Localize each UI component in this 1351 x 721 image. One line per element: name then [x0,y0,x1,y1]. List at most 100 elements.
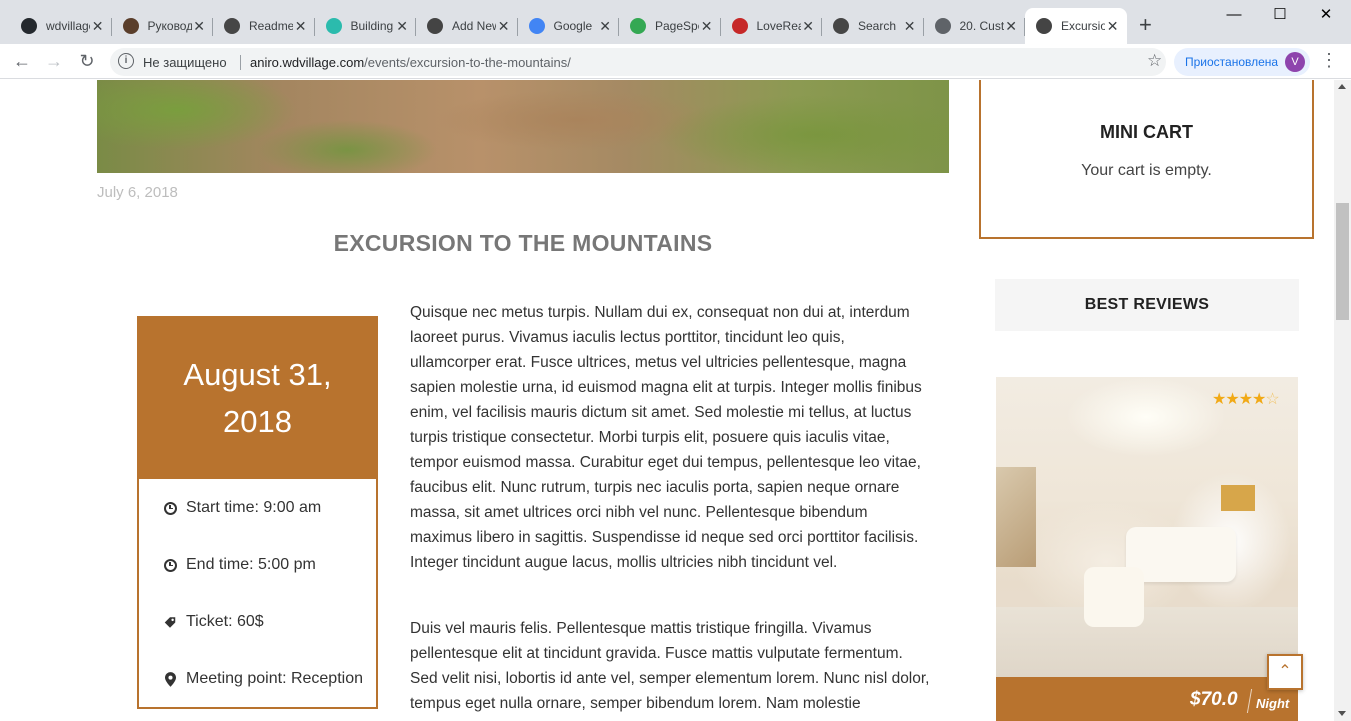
tab-title: Search [858,19,897,33]
url-path: /events/excursion-to-the-mountains/ [364,55,571,70]
map-marker-icon [163,671,177,687]
avatar: V [1285,52,1305,72]
event-description-paragraph: Duis vel mauris felis. Pellentesque matt… [410,620,930,712]
scrollbar-thumb[interactable] [1336,203,1349,320]
browser-tab[interactable]: LoveReading✕ [721,8,822,44]
ticket-icon [163,615,177,629]
best-reviews-title: BEST REVIEWS [995,279,1299,331]
bookmark-star-icon[interactable]: ☆ [1147,51,1162,71]
info-icon[interactable]: i [118,53,134,69]
wordpress-icon [224,18,240,34]
minimize-icon[interactable]: — [1211,4,1257,26]
browser-tab[interactable]: Excursion✕ [1025,8,1127,44]
tab-title: wdvillage [46,19,90,33]
event-description-paragraph: Quisque nec metus turpis. Nullam dui ex,… [410,304,922,571]
wordpress-icon [833,18,849,34]
location-pin-icon [325,18,342,34]
url-host: aniro.wdvillage.com [250,55,365,70]
tab-close-icon[interactable]: ✕ [396,18,408,34]
github-icon [21,18,37,34]
browser-tab[interactable]: Google ✕ [518,8,619,44]
event-details-card: August 31, 2018 Start time: 9:00 am End … [137,316,378,709]
room-image-painting [1221,485,1255,511]
browser-tab[interactable]: Руководство✕ [112,8,213,44]
tab-close-icon[interactable]: ✕ [295,18,307,34]
price-divider [1246,689,1253,713]
url-text[interactable]: aniro.wdvillage.com/events/excursion-to-… [250,55,571,70]
tab-title: Add New [452,19,496,33]
end-time-row: End time: 5:00 pm [163,556,316,574]
star-filled-icon: ★ [1212,391,1226,408]
tab-close-icon[interactable]: ✕ [92,18,104,34]
tab-close-icon[interactable]: ✕ [498,18,510,34]
post-date: July 6, 2018 [97,184,178,201]
tab-title: PageSpeed [655,19,699,33]
security-label[interactable]: Не защищено [143,55,227,70]
camera-icon [122,18,139,34]
browser-tab[interactable]: 20. Custom✕ [924,8,1025,44]
reload-icon[interactable]: ↻ [75,50,99,74]
browser-tab[interactable]: Add New ✕ [416,8,518,44]
omnibox-divider [240,55,241,70]
tab-close-icon[interactable]: ✕ [1005,18,1017,34]
meeting-point-row: Meeting point: Reception [163,670,363,688]
tab-close-icon[interactable]: ✕ [599,18,611,34]
start-time-text: Start time: 9:00 am [186,499,322,516]
ticket-text: Ticket: 60$ [186,613,264,630]
meeting-point-text: Meeting point: Reception [186,670,363,687]
room-image-decor [996,467,1036,567]
maximize-icon[interactable]: ☐ [1257,4,1303,26]
room-price-period: Night [1256,696,1290,711]
more-menu-icon[interactable]: ⋮ [1320,49,1338,71]
scroll-up-arrow-icon[interactable] [1338,84,1346,89]
profile-button[interactable]: Приостановлена V [1174,48,1310,76]
tab-strip: wdvillage✕Руководство✕Readme✕Building✕Ad… [0,0,1351,44]
tab-close-icon[interactable]: ✕ [701,18,713,34]
back-icon[interactable]: ← [10,50,34,74]
close-window-icon[interactable]: ✕ [1303,4,1349,26]
star-filled-icon: ★ [1252,391,1266,408]
mini-cart-widget: MINI CART Your cart is empty. [979,80,1314,239]
tab-close-icon[interactable]: ✕ [1107,18,1119,34]
wdvillage-icon [1036,18,1052,34]
star-empty-icon: ☆ [1265,391,1279,408]
tab-title: Руководство [147,19,192,33]
browser-tab[interactable]: wdvillage✕ [10,8,112,44]
forward-icon[interactable]: → [42,50,66,74]
tab-close-icon[interactable]: ✕ [904,18,916,34]
tab-title: Google [553,19,593,33]
scroll-to-top-button[interactable]: ⌃ [1267,654,1303,690]
event-hero-image [97,80,949,173]
clock-icon [163,558,177,572]
end-time-text: End time: 5:00 pm [186,556,316,573]
page-content: July 6, 2018 EXCURSION TO THE MOUNTAINS … [0,80,1334,721]
room-image-floor [996,607,1298,677]
clock-icon [163,501,177,515]
mini-cart-empty-text: Your cart is empty. [1081,162,1212,179]
event-title: EXCURSION TO THE MOUNTAINS [333,230,713,256]
event-date-header: August 31, 2018 [139,318,376,479]
tab-title: Readme [249,19,293,33]
tab-title: Building [350,19,394,33]
wdvillage-icon [427,18,443,34]
browser-tab[interactable]: PageSpeed✕ [619,8,721,44]
browser-toolbar: ← → ↻ i Не защищено aniro.wdvillage.com/… [0,44,1351,79]
room-price-bar: $70.0 Night [996,677,1298,721]
browser-tab[interactable]: Readme ✕ [213,8,315,44]
tab-close-icon[interactable]: ✕ [802,18,814,34]
tab-close-icon[interactable]: ✕ [193,18,205,34]
mini-cart-title: MINI CART [1100,122,1193,142]
star-filled-icon: ★ [1225,391,1239,408]
address-bar[interactable]: i Не защищено aniro.wdvillage.com/events… [110,48,1166,76]
new-tab-button[interactable]: + [1139,14,1152,36]
tab-title: Excursion [1061,19,1105,33]
browser-tab[interactable]: Search ✕ [822,8,924,44]
room-card[interactable]: ★★★★☆ $70.0 Night [996,377,1298,721]
scroll-down-arrow-icon[interactable] [1338,711,1346,716]
tab-title: 20. Custom [959,19,1004,33]
browser-tab[interactable]: Building ✕ [315,8,416,44]
book-icon [731,18,748,34]
pagespeed-icon [630,18,646,34]
page-scrollbar[interactable] [1334,80,1351,721]
event-date-line1: August 31, [183,357,332,392]
